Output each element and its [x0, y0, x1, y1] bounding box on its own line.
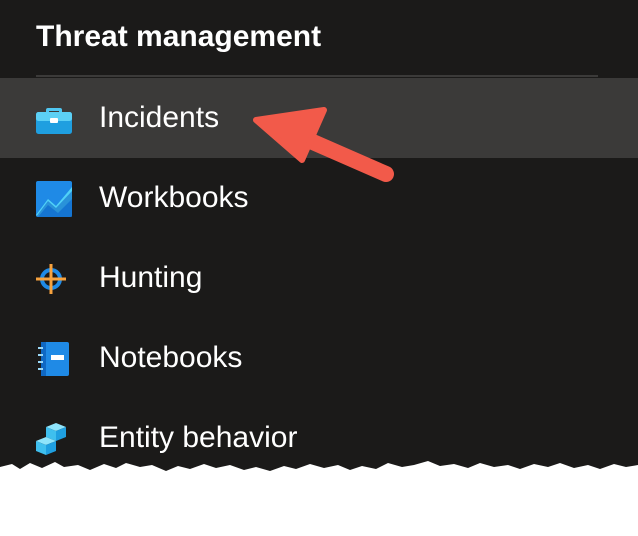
crosshair-icon: [34, 259, 74, 299]
navigation-panel: Threat management Incidents Workbooks Hu…: [0, 0, 638, 480]
section-title: Threat management: [36, 20, 322, 53]
annotation-arrow-icon: [253, 107, 394, 182]
nav-item-label: Workbooks: [99, 181, 249, 214]
nav-item-hunting[interactable]: Hunting: [0, 238, 638, 318]
nav-item-label: Notebooks: [99, 341, 243, 374]
notebook-icon: [34, 339, 74, 379]
chart-trend-icon: [34, 179, 74, 219]
nav-item-notebooks[interactable]: Notebooks: [0, 318, 638, 398]
nav-item-label: Entity behavior: [99, 421, 298, 454]
nav-item-label: Hunting: [99, 261, 203, 294]
torn-edge: [0, 461, 638, 495]
briefcase-icon: [34, 99, 74, 139]
nav-item-label: Incidents: [99, 101, 220, 134]
cubes-icon: [34, 419, 74, 459]
section-divider: [36, 75, 598, 77]
